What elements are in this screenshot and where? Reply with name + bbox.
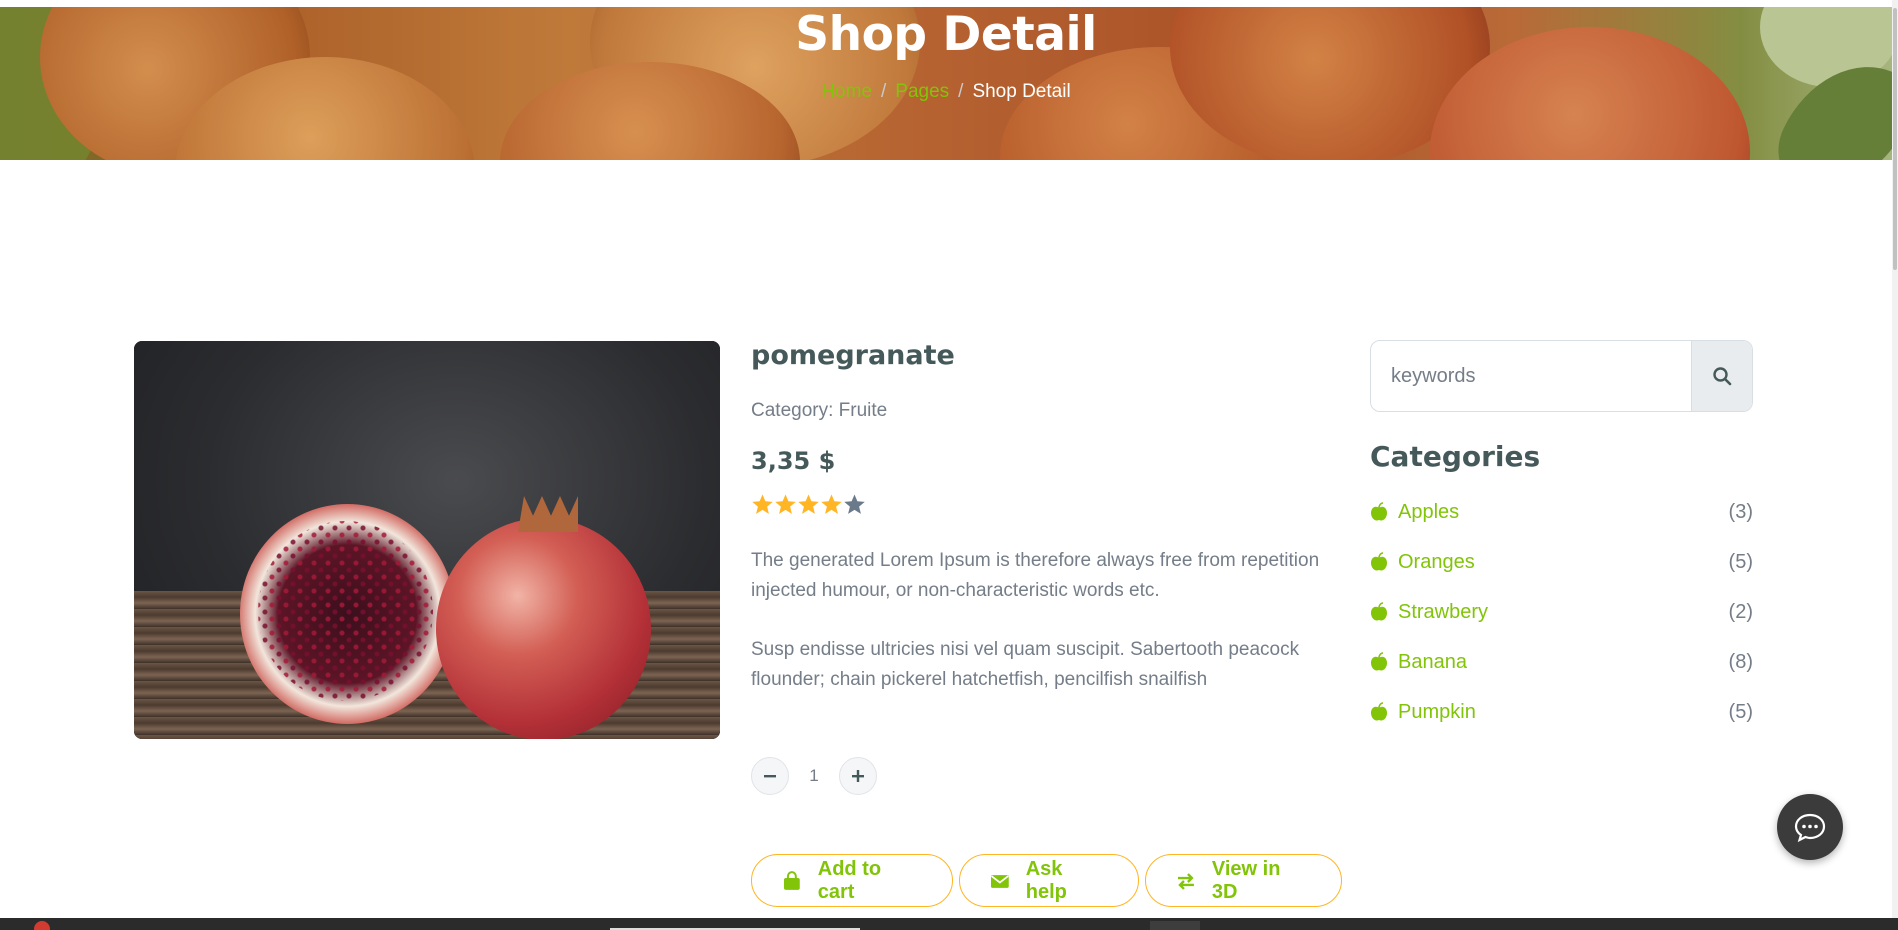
exchange-arrows-icon <box>1177 872 1194 890</box>
apple-icon <box>1371 602 1387 621</box>
category-count: (5) <box>1728 550 1753 573</box>
chat-bubble-icon <box>1794 813 1826 843</box>
minus-icon <box>764 775 776 778</box>
breadcrumb: Home / Pages / Shop Detail <box>0 81 1892 103</box>
category-item[interactable]: Banana (8) <box>1370 637 1753 687</box>
top-strip <box>0 0 1898 7</box>
product-price: 3,35 $ <box>751 447 836 475</box>
breadcrumb-current: Shop Detail <box>972 81 1071 102</box>
category-count: (3) <box>1728 500 1753 523</box>
quantity-decrease-button[interactable] <box>751 757 789 795</box>
star-icon <box>821 494 842 514</box>
breadcrumb-separator: / <box>881 81 887 102</box>
apple-icon <box>1371 552 1387 571</box>
star-icon <box>798 494 819 514</box>
chat-button[interactable] <box>1777 794 1843 860</box>
category-item[interactable]: Oranges (5) <box>1370 537 1753 587</box>
add-to-cart-label: Add to cart <box>817 857 882 903</box>
plus-icon <box>852 770 864 782</box>
product-description: The generated Lorem Ipsum is therefore a… <box>751 550 1320 601</box>
product-name: pomegranate <box>751 340 955 371</box>
product-image <box>134 341 720 739</box>
add-to-cart-button[interactable]: Add to cart <box>751 854 953 907</box>
category-name: Apples <box>1398 500 1460 523</box>
search-button[interactable] <box>1691 341 1752 411</box>
product-rating <box>751 493 866 519</box>
categories-list: Apples (3) Oranges (5) Strawbery (2) Banana (8)… <box>1370 487 1753 737</box>
category-name: Oranges <box>1398 550 1475 573</box>
category-link[interactable]: Pumpkin <box>1370 701 1476 724</box>
taskbar-item[interactable] <box>1150 921 1200 930</box>
category-link[interactable]: Oranges <box>1370 551 1475 574</box>
search-icon <box>1713 367 1732 386</box>
category-count: (2) <box>1728 600 1753 623</box>
category-link[interactable]: Banana <box>1370 651 1467 674</box>
breadcrumb-separator: / <box>958 81 964 102</box>
apple-icon <box>1371 702 1387 721</box>
quantity-stepper: 1 <box>751 757 877 795</box>
ask-help-label: Ask help <box>1025 857 1067 903</box>
category-name: Pumpkin <box>1398 700 1476 723</box>
category-count: (5) <box>1728 700 1753 723</box>
image-pomegranate-whole <box>436 518 651 739</box>
category-item[interactable]: Apples (3) <box>1370 487 1753 537</box>
category-item[interactable]: Pumpkin (5) <box>1370 687 1753 737</box>
page-title: Shop Detail <box>795 7 1097 62</box>
category-item[interactable]: Strawbery (2) <box>1370 587 1753 637</box>
star-icon <box>752 494 773 514</box>
quantity-increase-button[interactable] <box>839 757 877 795</box>
envelope-icon <box>990 874 1009 888</box>
category-link[interactable]: Strawbery <box>1370 601 1488 624</box>
apple-icon <box>1371 652 1387 671</box>
category-link[interactable]: Apples <box>1370 501 1459 524</box>
product-actions: Add to cart Ask help View in 3D <box>751 854 1342 907</box>
category-name: Strawbery <box>1398 600 1489 623</box>
product-category: Category: Fruite <box>751 400 888 421</box>
view-3d-button[interactable]: View in 3D <box>1145 854 1342 907</box>
shopping-bag-icon <box>783 870 800 890</box>
quantity-value[interactable]: 1 <box>789 766 839 786</box>
apple-icon <box>1371 502 1387 521</box>
taskbar-app-icon[interactable] <box>34 921 50 930</box>
scrollbar-thumb[interactable] <box>1893 8 1897 270</box>
categories-title: Categories <box>1370 440 1541 473</box>
star-icon <box>775 494 796 514</box>
breadcrumb-home-link[interactable]: Home <box>821 81 872 102</box>
search-input[interactable] <box>1371 341 1691 411</box>
star-icon <box>844 494 865 514</box>
image-pomegranate-seeds <box>258 521 433 701</box>
breadcrumb-pages-link[interactable]: Pages <box>895 81 949 102</box>
category-name: Banana <box>1398 650 1467 673</box>
view-3d-label: View in 3D <box>1211 857 1281 903</box>
hero-banner: Shop Detail Home / Pages / Shop Detail <box>0 7 1892 160</box>
ask-help-button[interactable]: Ask help <box>959 854 1139 907</box>
category-count: (8) <box>1728 650 1753 673</box>
taskbar <box>0 918 1898 930</box>
product-description-secondary: Susp endisse ultricies nisi vel quam sus… <box>751 639 1300 690</box>
search-box <box>1370 340 1753 412</box>
